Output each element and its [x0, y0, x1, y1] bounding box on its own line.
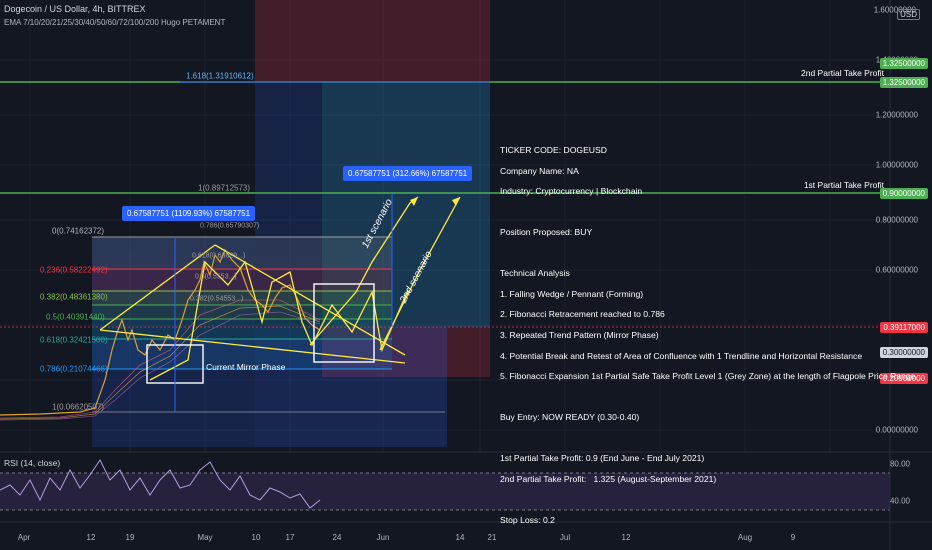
ann-entry: Buy Entry: NOW READY (0.30-0.40) — [500, 412, 640, 423]
x-tick-19: 19 — [125, 533, 135, 542]
fib-236: 0.236(0.58222492) — [40, 265, 108, 275]
fib-0: 0(0.74162372) — [52, 226, 105, 236]
x-tick-may: May — [197, 533, 213, 542]
x-tick-12b: 12 — [621, 533, 631, 542]
stop-loss-zone-top — [255, 0, 490, 82]
rsi-label[interactable]: RSI (14, close) — [4, 458, 60, 468]
fib-5: 0.5(0.40391440) — [46, 312, 105, 322]
ann-ta-5: 5. Fibonacci Expansion 1st Partial Safe … — [500, 371, 916, 382]
x-tick-24: 24 — [332, 533, 342, 542]
rsi-tick-80: 80.00 — [889, 459, 910, 469]
ann-company: Company Name: NA — [500, 165, 579, 176]
tp2-label: 2nd Partial Take Profit — [801, 68, 884, 78]
fib-mid-4: 0.382(0.54553...) — [190, 295, 244, 303]
ann-ta-3: 3. Repeated Trend Pattern (Mirror Phase) — [500, 330, 659, 341]
fib-mid-3: 0.5(0.5553...) — [195, 273, 237, 281]
ann-ta-4: 4. Potential Break and Retest of Area of… — [500, 350, 863, 361]
ann-tp2: 2nd Partial Take Profit: 1.325 (August-S… — [500, 473, 717, 484]
tp2-price-tag-a: 1.32500000 — [879, 58, 928, 69]
x-tick-apr: Apr — [17, 533, 31, 542]
x-tick-10: 10 — [251, 533, 261, 542]
ann-tp1: 1st Partial Take Profit: 0.9 (End June -… — [500, 453, 705, 464]
ann-ticker: TICKER CODE: DOGEUSD — [500, 145, 607, 156]
x-tick-12: 12 — [86, 533, 96, 542]
fib-1: 1(0.06620507) — [52, 402, 105, 412]
x-tick-aug: Aug — [737, 533, 753, 542]
fib-618: 0.618(0.32421500) — [40, 335, 108, 345]
fib-mid-2: 0.618(0.63629...) — [192, 252, 246, 260]
fib-786: 0.786(0.21074466) — [40, 364, 108, 374]
ann-position: Position Proposed: BUY — [500, 227, 593, 238]
tp2-price-tag-b: 1.32500000 — [879, 77, 928, 88]
ann-ta-1: 1. Falling Wedge / Pennant (Forming) — [500, 288, 644, 299]
x-tick-jun: Jun — [376, 533, 390, 542]
fib-mid-1: 1(0.89712573) — [198, 183, 251, 193]
measure-tag-left[interactable]: 0.67587751 (1109.93%) 67587751 — [122, 206, 256, 221]
chart-title[interactable]: Dogecoin / US Dollar, 4h, BITTREX — [4, 4, 146, 14]
x-tick-21: 21 — [487, 533, 497, 542]
y-tick-3: 1.20000000 — [875, 110, 918, 120]
x-tick-jul: Jul — [559, 533, 571, 542]
currency-badge[interactable]: USD — [897, 9, 920, 20]
ann-stop: Stop Loss: 0.2 — [500, 514, 555, 525]
indicator-legend[interactable]: EMA 7/10/20/21/25/30/40/50/60/72/100/200… — [4, 18, 225, 27]
x-tick-17: 17 — [285, 533, 295, 542]
analysis-annotation[interactable]: TICKER CODE: DOGEUSD Company Name: NA In… — [500, 135, 915, 535]
fib-ext-label: 1.618(1.31910612) — [186, 71, 254, 81]
measure-tag-right[interactable]: 0.67587751 (312.66%) 67587751 — [343, 166, 473, 181]
ann-ta-2: 2. Fibonacci Retracement reached to 0.78… — [500, 309, 665, 320]
fib-382: 0.382(0.48361380) — [40, 292, 108, 302]
x-tick-14: 14 — [455, 533, 465, 542]
rsi-tick-40: 40.00 — [889, 496, 910, 506]
fib-mid-5: 0.786(0.65790307) — [200, 222, 260, 230]
ann-ta-title: Technical Analysis — [500, 268, 570, 279]
x-tick-9: 9 — [790, 533, 796, 542]
ann-industry: Industry: Cryptocurrency | Blockchain — [500, 186, 643, 197]
mirror-phase-label: Current Mirror Phase — [206, 362, 286, 372]
